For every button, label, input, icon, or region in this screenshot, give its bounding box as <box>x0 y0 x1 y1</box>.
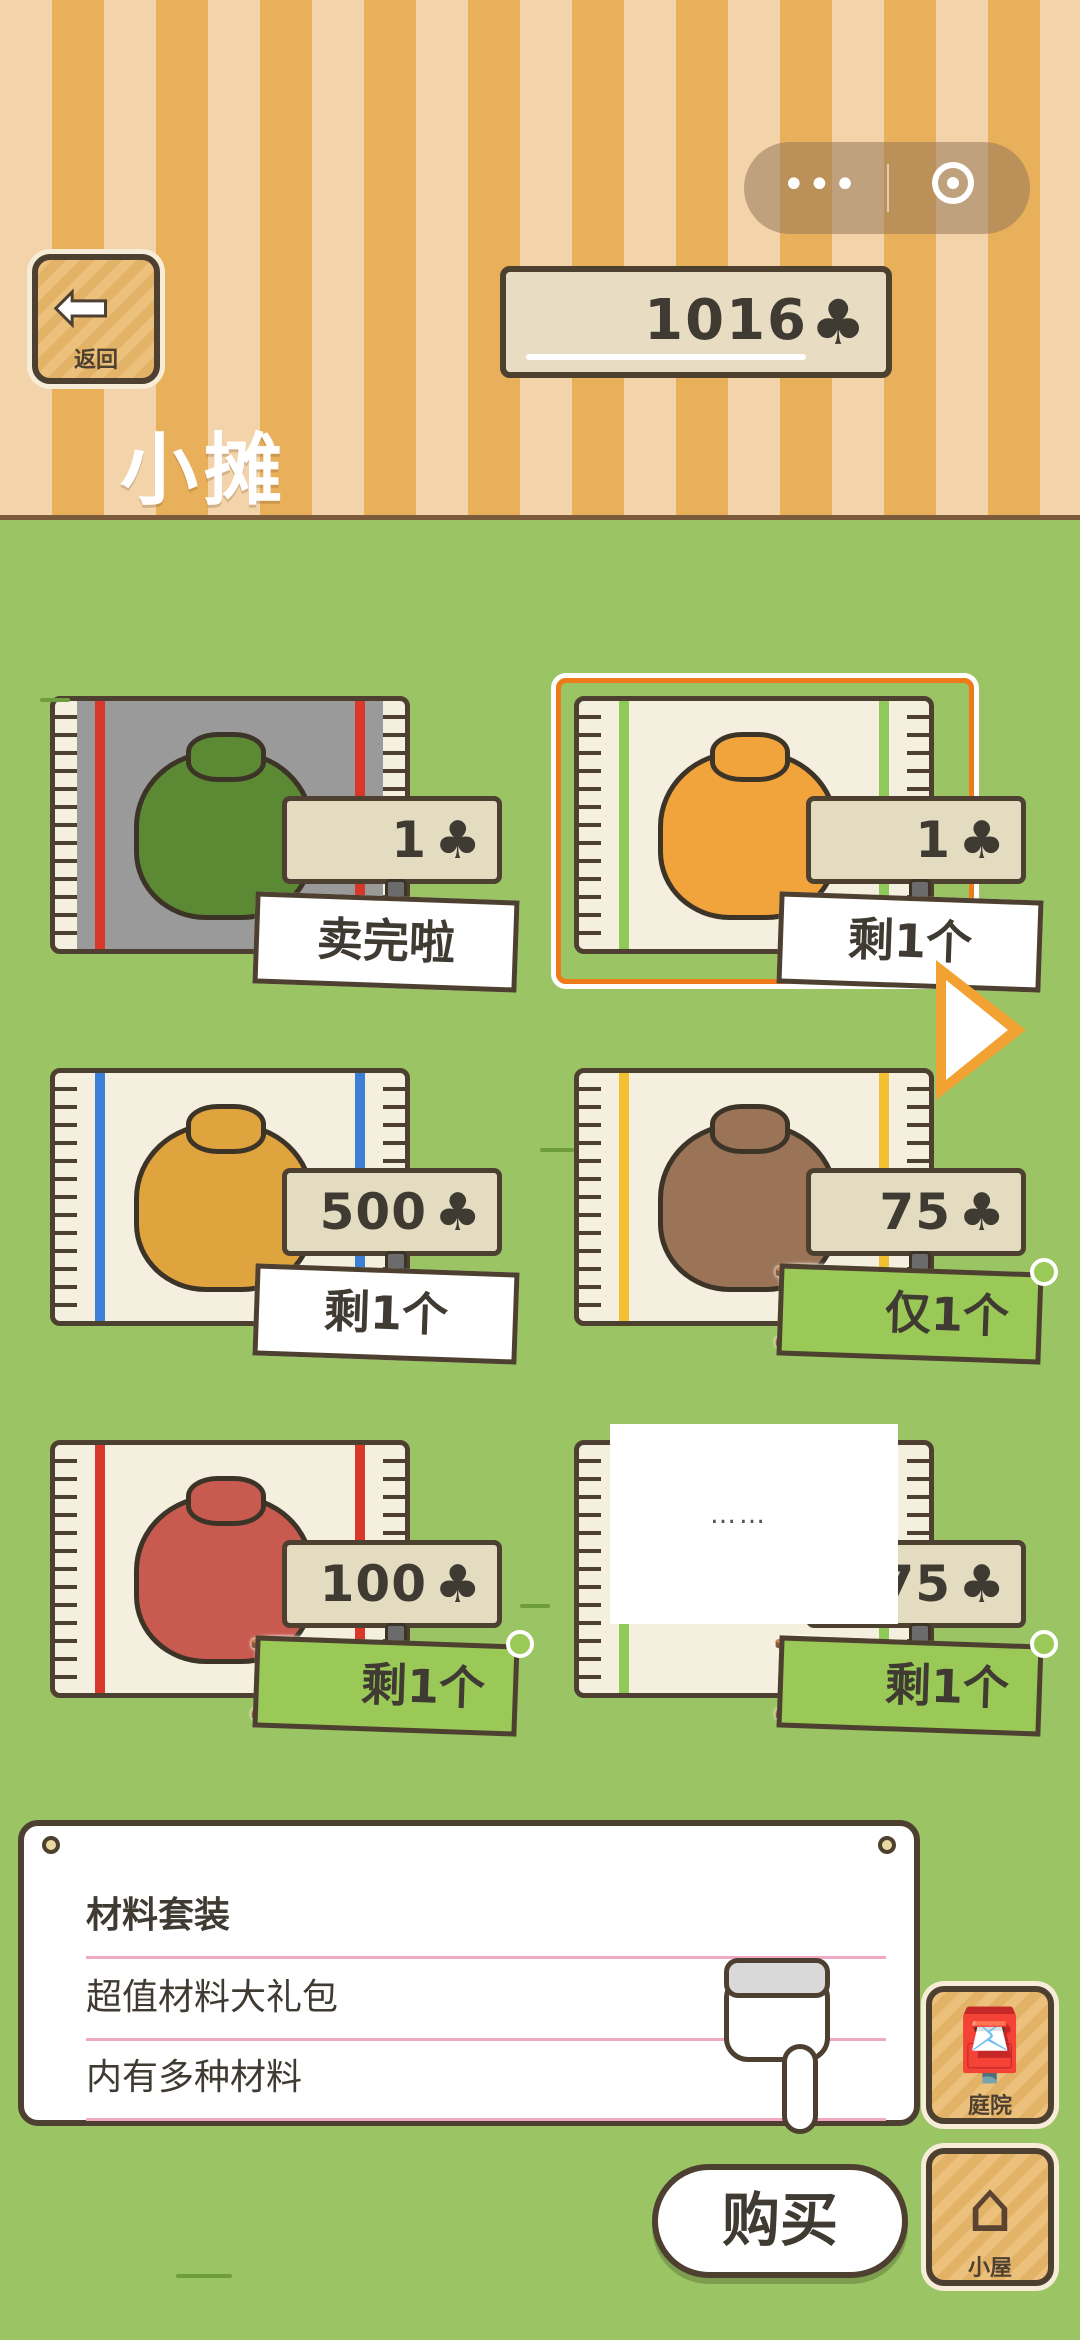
home-button-label: 小屋 <box>967 2256 1012 2281</box>
clock-icon <box>1030 1258 1058 1286</box>
currency-value: 1016 <box>644 288 808 353</box>
stock-status: 仅1个 <box>776 1263 1044 1365</box>
price-tag: 500 ♣ <box>282 1168 502 1273</box>
stock-status: 剩1个 <box>252 1263 520 1365</box>
stock-status: 剩1个 <box>776 1635 1044 1737</box>
yard-button[interactable]: 📮 庭院 <box>926 1986 1054 2124</box>
capsule-divider <box>887 164 889 212</box>
item-card-red-paper[interactable]: 100♣⌛剩1个 <box>44 1434 534 1737</box>
grass-tuft <box>520 1604 550 1608</box>
pointing-hand-icon <box>706 1952 836 2134</box>
clover-icon: ♣ <box>434 1183 481 1243</box>
mini-program-capsule: ••• <box>744 142 1030 234</box>
price-value: 100 <box>319 1555 427 1613</box>
back-button-label: 返回 <box>73 348 118 373</box>
clover-icon: ♣ <box>434 1555 481 1615</box>
loading-placeholder: …… <box>610 1424 898 1624</box>
home-button[interactable]: ⌂ 小屋 <box>926 2148 1054 2286</box>
price-tag: 1 ♣ <box>282 796 502 901</box>
item-card-table-card[interactable]: 500 ♣ 剩1个 <box>44 1062 520 1365</box>
clover-icon: ♣ <box>958 1183 1005 1243</box>
currency-shine <box>526 354 806 360</box>
price-value: 500 <box>319 1183 427 1241</box>
next-page-arrow-fill <box>946 980 1008 1080</box>
loading-text: …… <box>710 1500 768 1530</box>
price-value: 1 <box>391 811 427 869</box>
grass-tuft <box>176 2274 232 2278</box>
clover-icon: ♣ <box>810 286 866 359</box>
item-card-orange-bag[interactable]: 1 ♣ 剩1个 <box>556 678 1044 993</box>
price-value: 1 <box>915 811 951 869</box>
awning-header: ••• ⬅ 返回 1016 ♣ 小摊 <box>0 0 1080 520</box>
clock-icon <box>506 1630 534 1658</box>
grass-tuft <box>540 1148 574 1152</box>
price-tag: 75 ♣ <box>806 1168 1026 1273</box>
stock-status: 剩1个 <box>252 1635 520 1737</box>
page-title: 小摊 <box>120 426 289 516</box>
back-button[interactable]: ⬅ 返回 <box>32 254 160 384</box>
stock-status: 卖完啦 <box>252 891 520 993</box>
currency-display: 1016 ♣ <box>500 266 892 378</box>
pin-icon <box>878 1836 896 1854</box>
clock-icon <box>1030 1630 1058 1658</box>
buy-button[interactable]: 购买 <box>652 2164 908 2278</box>
price-value: 75 <box>879 1183 951 1241</box>
price-tag: 100 ♣ <box>282 1540 502 1645</box>
yard-button-label: 庭院 <box>967 2094 1012 2119</box>
item-card-seed-bag[interactable]: 75♣⌛仅1个 <box>568 1062 1058 1365</box>
arrow-left-icon: ⬅ <box>52 268 110 345</box>
clover-icon: ♣ <box>958 1555 1005 1615</box>
mailbox-icon: 📮 <box>946 2004 1034 2086</box>
price-tag: 1 ♣ <box>806 796 1026 901</box>
clover-icon: ♣ <box>434 811 481 871</box>
more-dots-icon[interactable]: ••• <box>782 162 857 208</box>
pin-icon <box>42 1836 60 1854</box>
item-card-green-bag[interactable]: 1 ♣ 卖完啦 <box>44 690 520 993</box>
grass-tuft <box>40 698 70 702</box>
target-icon[interactable] <box>932 162 974 204</box>
description-title: 材料套装 <box>86 1876 886 1959</box>
house-icon: ⌂ <box>967 2166 1013 2248</box>
clover-icon: ♣ <box>958 811 1005 871</box>
